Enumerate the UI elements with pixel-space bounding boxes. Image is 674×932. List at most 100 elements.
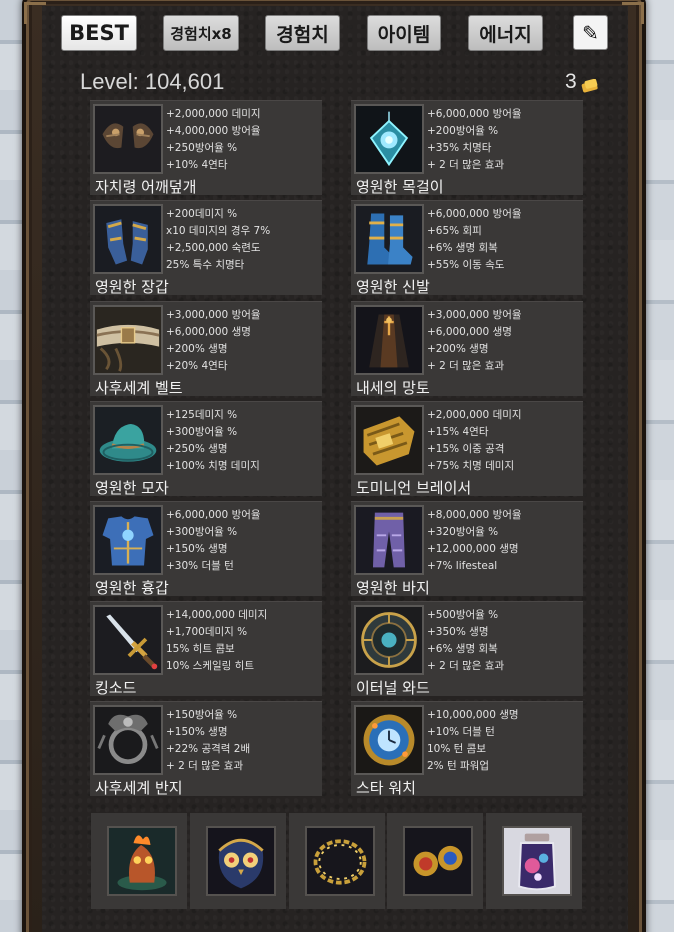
- item-stats: +125데미지 % +300방어율 % +250% 생명 +100% 치명 데미지: [166, 407, 322, 475]
- item-card[interactable]: +150방어율 % +150% 생명 +22% 공격력 2배 + 2 더 많은 효과 사…: [90, 701, 322, 797]
- item-card[interactable]: +3,000,000 방어율 +6,000,000 생명 +200% 생명 + 2 더…: [351, 301, 583, 397]
- item-name: 스타 워치: [356, 779, 416, 797]
- item-stat: +6,000,000 방어율: [427, 108, 522, 120]
- item-stat: x10 데미지의 경우 7%: [166, 225, 271, 237]
- item-stats: +14,000,000 데미지 +1,700데미지 % 15% 히트 콤보 10% 스…: [166, 607, 322, 675]
- item-stat: +1,700데미지 %: [166, 626, 248, 638]
- item-stat: 10% 스케일링 히트: [166, 660, 254, 672]
- belt-icon: [93, 305, 163, 375]
- item-stat: +8,000,000 방어율: [427, 509, 522, 521]
- item-stat: +10% 더블 턴: [427, 726, 495, 738]
- item-stat: +15% 이중 공격: [427, 443, 505, 455]
- gauntlets-icon: [93, 204, 163, 274]
- item-card[interactable]: +14,000,000 데미지 +1,700데미지 % 15% 히트 콤보 10% 스…: [90, 601, 322, 697]
- level-display: Level: 104,601: [80, 69, 224, 95]
- item-stat: +30% 더블 턴: [166, 560, 234, 572]
- item-card[interactable]: +125데미지 % +300방어율 % +250% 생명 +100% 치명 데미지 영원…: [90, 401, 322, 497]
- item-stat: +6,000,000 생명: [427, 326, 512, 338]
- item-stat: 15% 히트 콤보: [166, 643, 235, 655]
- item-name: 내세의 망토: [356, 379, 430, 397]
- shield-icon: [354, 605, 424, 675]
- item-stat: + 2 더 많은 효과: [166, 760, 244, 772]
- item-stat: +3,000,000 방어율: [427, 309, 522, 321]
- ring-icon: [93, 705, 163, 775]
- item-stats: +150방어율 % +150% 생명 +22% 공격력 2배 + 2 더 많은 효과: [166, 707, 322, 775]
- item-card[interactable]: +10,000,000 생명 +10% 더블 턴 10% 턴 콤보 2% 턴 파워업 스…: [351, 701, 583, 797]
- item-card[interactable]: +8,000,000 방어율 +320방어율 % +12,000,000 생명 +7%…: [351, 501, 583, 597]
- item-stat: +200% 생명: [166, 343, 228, 355]
- item-stat: +200방어율 %: [427, 125, 499, 137]
- bottom-slot[interactable]: [486, 813, 582, 909]
- item-card[interactable]: +6,000,000 방어율 +65% 회피 +6% 생명 회복 +55% 이동 속도…: [351, 200, 583, 296]
- shoulder-armor-icon: [93, 104, 163, 174]
- item-stat: 25% 특수 치명타: [166, 259, 245, 271]
- item-stat: +6% 생명 회복: [427, 242, 498, 254]
- item-stat: +55% 이동 속도: [427, 259, 505, 271]
- twin-orbs-icon: [403, 826, 473, 896]
- level-value: 104,601: [144, 69, 225, 94]
- watch-icon: [354, 705, 424, 775]
- pencil-icon[interactable]: ✎: [573, 15, 608, 50]
- item-stat: +6,000,000 방어율: [427, 208, 522, 220]
- item-stats: +8,000,000 방어율 +320방어율 % +12,000,000 생명 +7%…: [427, 507, 583, 575]
- item-stat: +150% 생명: [166, 726, 228, 738]
- item-stat: +35% 치명타: [427, 142, 492, 154]
- item-stats: +6,000,000 방어율 +200방어율 % +35% 치명타 + 2 더 많은 …: [427, 106, 583, 174]
- item-card[interactable]: +6,000,000 방어율 +300방어율 % +150% 생명 +30% 더블 턴…: [90, 501, 322, 597]
- tab-exp[interactable]: 경험치: [265, 15, 340, 51]
- item-stat: +6,000,000 방어율: [166, 509, 261, 521]
- currency-count: 3: [565, 70, 577, 93]
- item-name: 영원한 바지: [356, 579, 430, 597]
- pants-icon: [354, 505, 424, 575]
- item-stat: +4,000,000 방어율: [166, 125, 261, 137]
- item-name: 사후세계 벨트: [95, 379, 183, 397]
- item-stat: +500방어율 %: [427, 609, 499, 621]
- item-stat: +125데미지 %: [166, 409, 238, 421]
- item-stat: +250방어율 %: [166, 142, 238, 154]
- item-name: 사후세계 반지: [95, 779, 183, 797]
- item-name: 도미니언 브레이서: [356, 479, 472, 497]
- item-stats: +2,000,000 데미지 +4,000,000 방어율 +250방어율 % +10…: [166, 106, 322, 174]
- item-card[interactable]: +200데미지 % x10 데미지의 경우 7% +2,500,000 숙련도 25%…: [90, 200, 322, 296]
- hat-icon: [93, 405, 163, 475]
- item-card[interactable]: +2,000,000 데미지 +15% 4연타 +15% 이중 공격 +75% 치명 …: [351, 401, 583, 497]
- item-stat: +2,000,000 데미지: [427, 409, 522, 421]
- bracer-icon: [354, 405, 424, 475]
- item-card[interactable]: +2,000,000 데미지 +4,000,000 방어율 +250방어율 % +10…: [90, 100, 322, 196]
- item-name: 영원한 신발: [356, 278, 430, 296]
- item-stats: +6,000,000 방어율 +300방어율 % +150% 생명 +30% 더블 턴: [166, 507, 322, 575]
- cloak-icon: [354, 305, 424, 375]
- bottom-slot[interactable]: [190, 813, 286, 909]
- bottom-slot[interactable]: [387, 813, 483, 909]
- item-stat: +2,500,000 숙련도: [166, 242, 261, 254]
- level-label: Level:: [80, 69, 139, 94]
- tab-energy[interactable]: 에너지: [468, 15, 543, 51]
- item-stat: +300방어율 %: [166, 426, 238, 438]
- item-card[interactable]: +500방어율 % +350% 생명 +6% 생명 회복 + 2 더 많은 효과 이터널…: [351, 601, 583, 697]
- tab-exp-x8[interactable]: 경험치x8: [163, 15, 239, 51]
- item-stat: +15% 4연타: [427, 426, 489, 438]
- item-stat: +300방어율 %: [166, 526, 238, 538]
- item-stat: 10% 턴 콤보: [427, 743, 486, 755]
- item-stat: +320방어율 %: [427, 526, 499, 538]
- item-card[interactable]: +3,000,000 방어율 +6,000,000 생명 +200% 생명 +20% …: [90, 301, 322, 397]
- item-stat: +150방어율 %: [166, 709, 238, 721]
- item-card[interactable]: +6,000,000 방어율 +200방어율 % +35% 치명타 + 2 더 많은 …: [351, 100, 583, 196]
- item-stat: +150% 생명: [166, 543, 228, 555]
- item-stat: +3,000,000 방어율: [166, 309, 261, 321]
- scroll-coin-icon: [581, 75, 599, 93]
- item-stat: +12,000,000 생명: [427, 543, 519, 555]
- bottom-slot[interactable]: [91, 813, 187, 909]
- sword-icon: [93, 605, 163, 675]
- item-stats: +200데미지 % x10 데미지의 경우 7% +2,500,000 숙련도 25%…: [166, 206, 322, 274]
- item-stats: +10,000,000 생명 +10% 더블 턴 10% 턴 콤보 2% 턴 파워업: [427, 707, 583, 775]
- boots-icon: [354, 204, 424, 274]
- item-stat: +350% 생명: [427, 626, 489, 638]
- item-stat: + 2 더 많은 효과: [427, 660, 505, 672]
- tab-items[interactable]: 아이템: [367, 15, 441, 51]
- item-stat: + 2 더 많은 효과: [427, 360, 505, 372]
- item-name: 영원한 장갑: [95, 278, 169, 296]
- tab-best[interactable]: BEST: [61, 15, 137, 51]
- bottom-slot[interactable]: [289, 813, 385, 909]
- item-stat: +10% 4연타: [166, 159, 228, 171]
